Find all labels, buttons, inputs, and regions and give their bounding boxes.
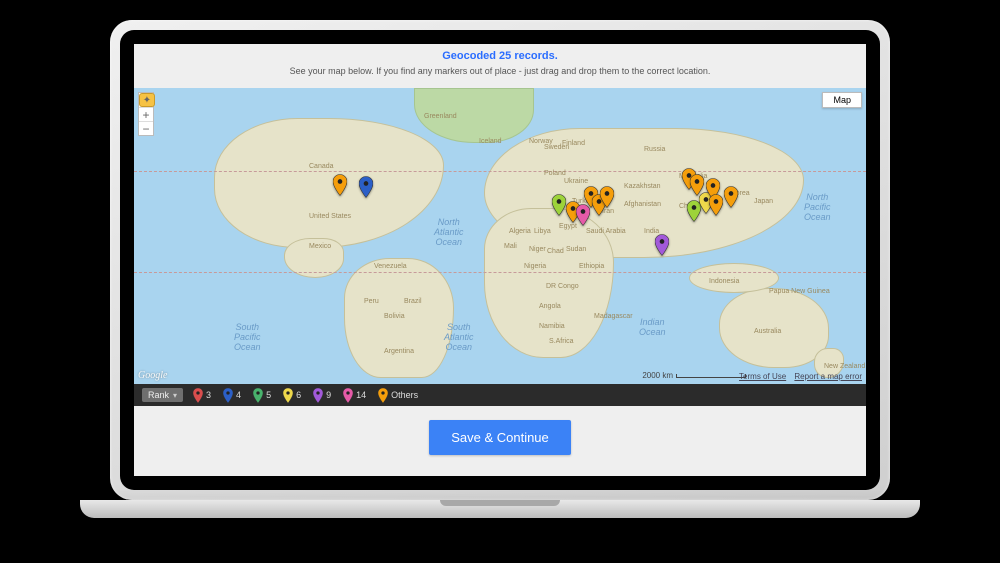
legend-item[interactable]: 3	[193, 388, 211, 403]
ocean-label: NorthPacificOcean	[804, 193, 831, 223]
ocean-label: NorthAtlanticOcean	[434, 218, 464, 248]
page-subtitle: See your map below. If you find any mark…	[134, 66, 866, 76]
rank-dropdown[interactable]: Rank ▾	[142, 388, 183, 402]
screen: Geocoded 25 records. See your map below.…	[134, 44, 866, 476]
legend-item[interactable]: 5	[253, 388, 271, 403]
legend-item[interactable]: 9	[313, 388, 331, 403]
legend-label: 14	[356, 390, 366, 400]
scale-bar: 2000 km	[642, 371, 746, 380]
legend-label: 4	[236, 390, 241, 400]
save-continue-button[interactable]: Save & Continue	[429, 420, 571, 455]
report-link[interactable]: Report a map error	[794, 372, 862, 381]
ocean-label: IndianOcean	[639, 318, 666, 338]
legend-bar: Rank ▾ 3 4 5 6 9 14 Others	[134, 384, 866, 406]
pin-icon	[343, 388, 353, 403]
laptop-mockup: Geocoded 25 records. See your map below.…	[80, 20, 920, 540]
laptop-base	[80, 500, 920, 518]
map-credit: Google	[138, 370, 167, 381]
map-pin[interactable]	[552, 194, 566, 216]
zoom-out-button[interactable]: −	[139, 121, 153, 135]
pin-icon	[253, 388, 263, 403]
legend-item[interactable]: 6	[283, 388, 301, 403]
legend-label: 5	[266, 390, 271, 400]
map-pin[interactable]	[359, 176, 373, 198]
terms-link[interactable]: Terms of Use	[739, 372, 786, 381]
legend-label: 6	[296, 390, 301, 400]
pegman-icon[interactable]: ✦	[139, 93, 155, 107]
legend-item[interactable]: Others	[378, 388, 418, 403]
map-pin[interactable]	[724, 186, 738, 208]
legend-label: 3	[206, 390, 211, 400]
legend-item[interactable]: 4	[223, 388, 241, 403]
map[interactable]: NorthAtlanticOceanSouthPacificOceanSouth…	[134, 88, 866, 384]
chevron-down-icon: ▾	[173, 391, 177, 400]
pin-icon	[193, 388, 203, 403]
legend-item[interactable]: 14	[343, 388, 366, 403]
ocean-label: SouthPacificOcean	[234, 323, 261, 353]
pin-icon	[223, 388, 233, 403]
pin-icon	[313, 388, 323, 403]
map-footer-links: Terms of Use Report a map error	[733, 372, 862, 381]
page-header: Geocoded 25 records. See your map below.…	[134, 44, 866, 80]
map-type-button[interactable]: Map	[822, 92, 862, 108]
legend-label: 9	[326, 390, 331, 400]
map-pin[interactable]	[600, 186, 614, 208]
map-pin[interactable]	[333, 174, 347, 196]
map-pin[interactable]	[655, 234, 669, 256]
page-title: Geocoded 25 records.	[134, 50, 866, 62]
map-zoom-control[interactable]: ✦ + −	[138, 92, 154, 136]
pin-icon	[378, 388, 388, 403]
pin-icon	[283, 388, 293, 403]
zoom-in-button[interactable]: +	[139, 107, 153, 121]
map-pin[interactable]	[709, 194, 723, 216]
legend-label: Others	[391, 390, 418, 400]
